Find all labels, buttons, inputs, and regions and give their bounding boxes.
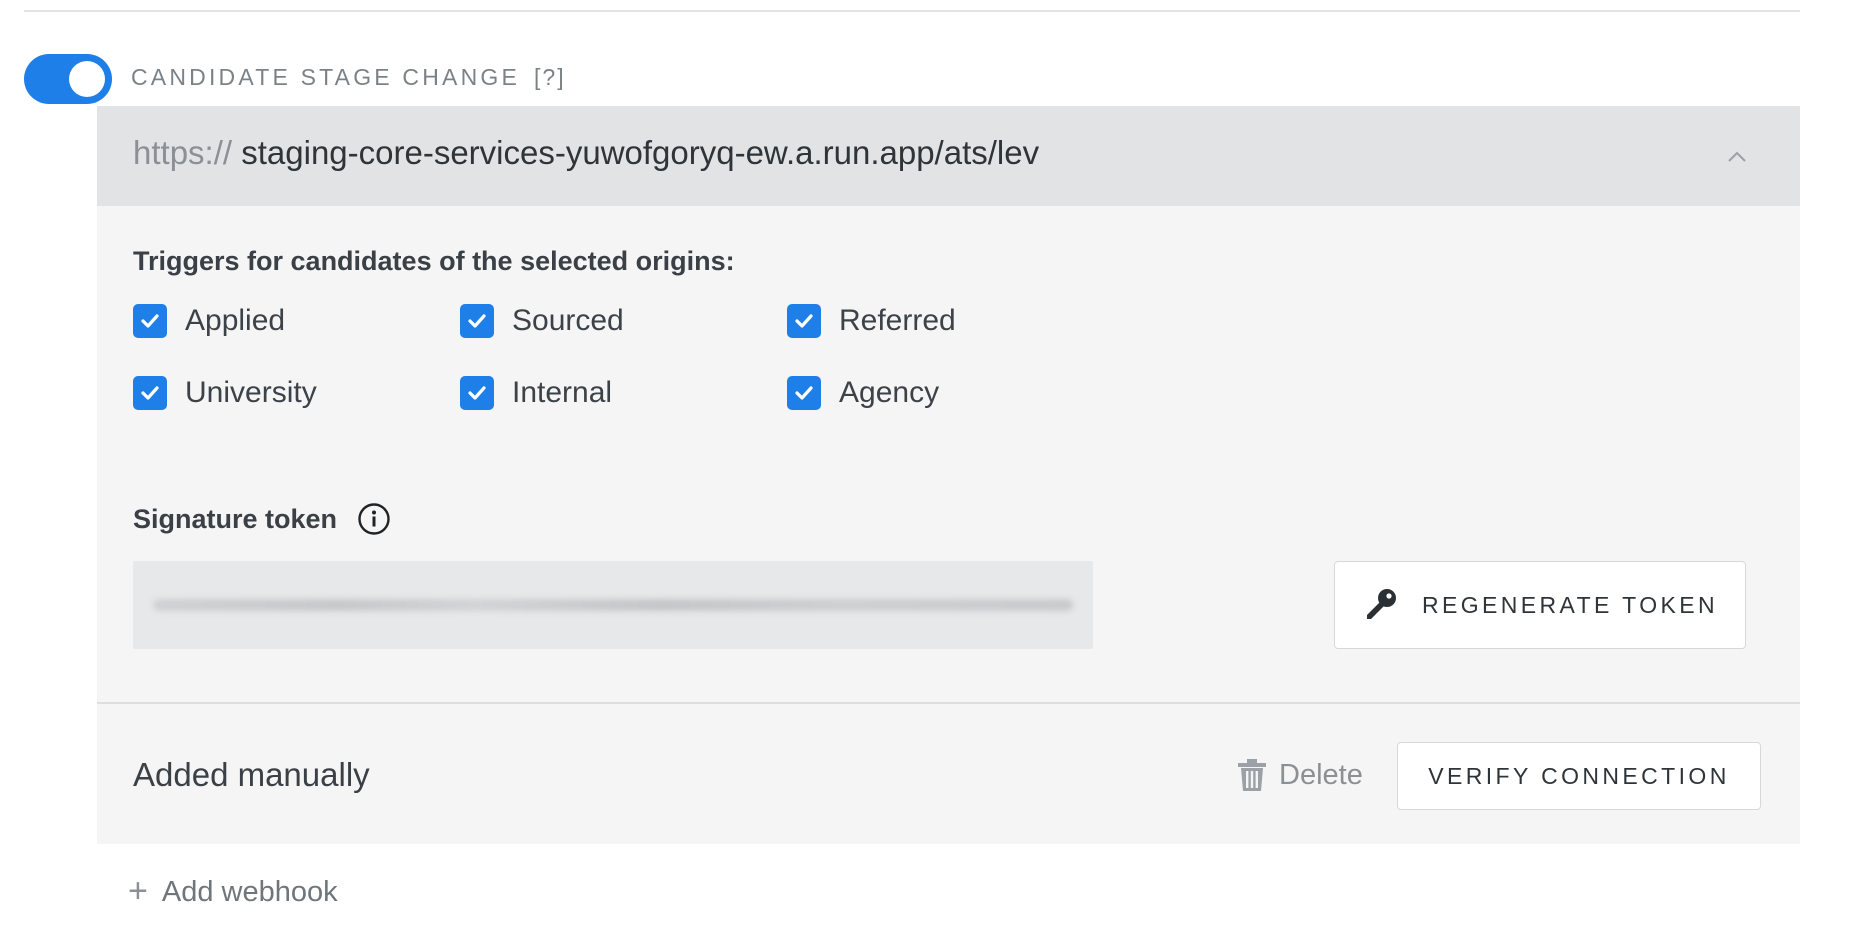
origin-label: Referred [839,304,956,337]
info-icon[interactable] [357,502,391,536]
origin-checkbox-referred[interactable]: Referred [787,304,956,338]
help-link[interactable]: [?] [534,64,566,90]
key-icon [1367,589,1397,619]
origin-label: Sourced [512,304,624,337]
added-manually-label: Added manually [133,756,370,793]
checkbox-checked-icon [787,376,821,410]
verify-connection-button[interactable]: VERIFY CONNECTION [1397,742,1761,810]
url-scheme: https:// [133,134,233,171]
signature-token-text: Signature token [133,503,338,534]
webhook-settings-page: CANDIDATE STAGE CHANGE [?] https:// stagi… [0,0,1862,944]
regenerate-token-button[interactable]: REGENERATE TOKEN [1334,561,1746,649]
origin-checkbox-agency[interactable]: Agency [787,376,939,410]
signature-token-label: Signature token [133,502,391,536]
checkbox-checked-icon [787,304,821,338]
origin-checkbox-university[interactable]: University [133,376,317,410]
origin-checkbox-internal[interactable]: Internal [460,376,612,410]
origin-checkbox-sourced[interactable]: Sourced [460,304,624,338]
signature-token-field[interactable] [133,561,1093,649]
token-value-redacted [153,599,1073,611]
webhook-url-header[interactable]: https:// staging-core-services-yuwofgory… [97,106,1800,206]
toggle-knob [69,61,105,97]
origin-label: Agency [839,376,940,409]
origin-checkbox-applied[interactable]: Applied [133,304,285,338]
candidate-stage-change-toggle[interactable] [24,54,112,104]
webhook-panel: https:// staging-core-services-yuwofgory… [97,106,1800,844]
checkbox-checked-icon [133,304,167,338]
origin-label: Internal [512,376,613,409]
checkbox-checked-icon [460,304,494,338]
plus-icon: + [128,871,148,910]
add-webhook-label: Add webhook [161,876,338,908]
trash-icon [1238,759,1266,791]
chevron-up-icon[interactable] [1726,146,1748,168]
section-title-text: CANDIDATE STAGE CHANGE [131,64,521,90]
checkbox-checked-icon [460,376,494,410]
origin-label: University [185,376,317,409]
checkbox-checked-icon [133,376,167,410]
add-webhook-button[interactable]: + Add webhook [128,871,338,910]
section-title: CANDIDATE STAGE CHANGE [?] [131,64,566,91]
top-divider [24,10,1800,12]
regenerate-token-label: REGENERATE TOKEN [1422,591,1718,618]
url-host-path: staging-core-services-yuwofgoryq-ew.a.ru… [241,134,1040,171]
triggers-label: Triggers for candidates of the selected … [133,246,735,276]
delete-webhook-button[interactable]: Delete [1237,758,1363,792]
webhook-url: https:// staging-core-services-yuwofgory… [133,134,1078,172]
origin-label: Applied [185,304,286,337]
verify-connection-label: VERIFY CONNECTION [1428,762,1730,789]
delete-label: Delete [1279,758,1363,791]
panel-footer-divider [97,702,1800,704]
